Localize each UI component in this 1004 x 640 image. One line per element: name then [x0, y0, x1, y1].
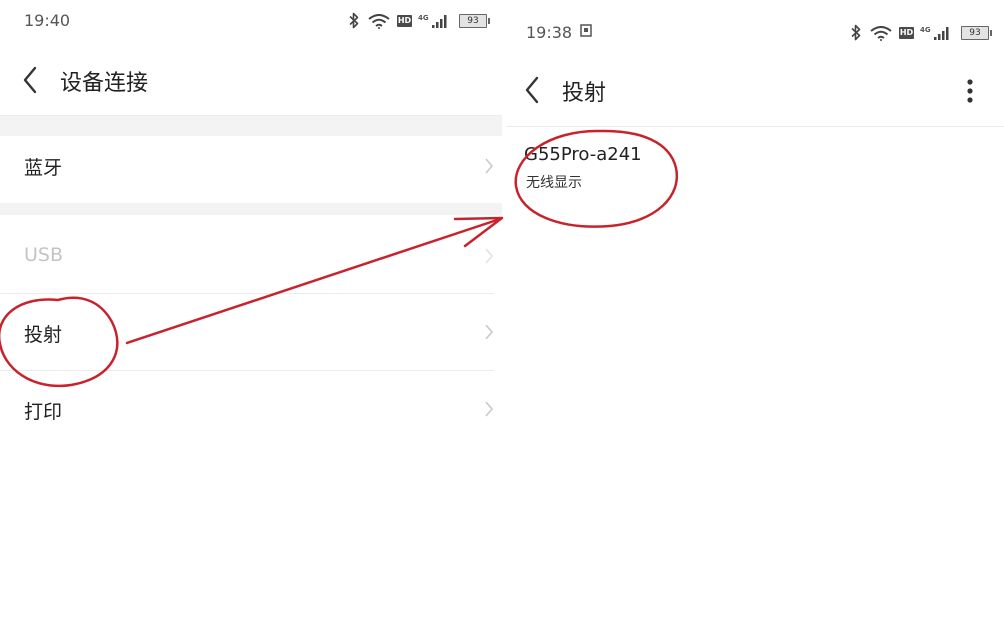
screen-record-icon	[580, 24, 592, 37]
divider	[506, 126, 1004, 127]
list-item-cast[interactable]: 投射	[0, 294, 502, 370]
signal-icon	[934, 27, 949, 40]
section-gap	[0, 203, 502, 215]
device-name: G55Pro-a241	[524, 144, 642, 165]
signal-icon	[432, 15, 447, 28]
list-item-bluetooth[interactable]: 蓝牙	[0, 136, 502, 196]
hd-badge: HD	[899, 27, 914, 39]
cast-screen: 19:38 HD 4G 93 投射 G55Pro-a241 无线显示	[506, 0, 1004, 640]
chevron-right-icon	[485, 401, 494, 417]
network-type-label: 4G	[418, 14, 429, 22]
list-item-label: 投射	[24, 324, 63, 346]
list-item-label: USB	[24, 244, 64, 266]
wifi-icon	[368, 14, 390, 29]
device-type: 无线显示	[526, 175, 582, 191]
title-bar: 投射	[506, 60, 1004, 120]
back-arrow-icon[interactable]	[524, 76, 540, 104]
chevron-right-icon	[485, 324, 494, 340]
wifi-icon	[870, 26, 892, 41]
status-bar: 19:40 HD 4G 93	[0, 8, 502, 36]
hd-badge: HD	[397, 15, 412, 27]
status-time: 19:40	[24, 11, 71, 30]
status-bar: 19:38 HD 4G 93	[506, 20, 1004, 48]
back-arrow-icon[interactable]	[22, 66, 38, 94]
device-connection-screen: 19:40 HD 4G 93 设备连接 蓝牙 USB 投射 打印	[0, 0, 502, 640]
list-item-label: 打印	[24, 401, 63, 423]
page-title: 投射	[562, 81, 607, 106]
battery-icon: 93	[459, 14, 490, 28]
battery-icon: 93	[961, 26, 992, 40]
list-item-print[interactable]: 打印	[0, 371, 502, 447]
cast-device-item[interactable]: G55Pro-a241 无线显示	[506, 132, 1004, 198]
screenshot-stage: 19:40 HD 4G 93 设备连接 蓝牙 USB 投射 打印 19:38 H…	[0, 0, 1004, 640]
section-gap	[0, 116, 502, 136]
chevron-right-icon	[485, 248, 494, 264]
list-item-label: 蓝牙	[24, 157, 63, 179]
title-bar: 设备连接	[0, 50, 502, 110]
bluetooth-icon	[349, 12, 359, 29]
more-options-icon[interactable]	[966, 78, 974, 104]
chevron-right-icon	[485, 158, 494, 174]
list-item-usb: USB	[0, 215, 502, 293]
page-title: 设备连接	[60, 71, 149, 96]
network-type-label: 4G	[920, 26, 931, 34]
bluetooth-icon	[851, 24, 861, 41]
status-time: 19:38	[526, 23, 573, 42]
